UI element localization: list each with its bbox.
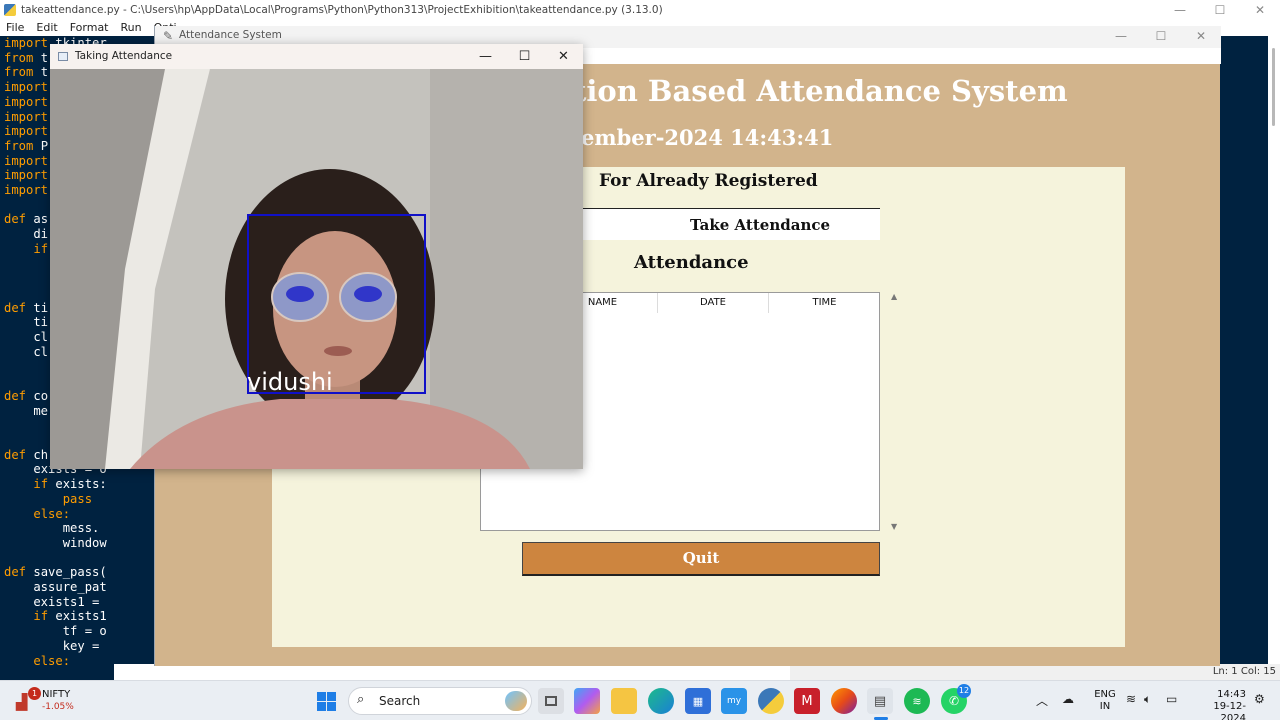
- mysql-workbench-icon[interactable]: my: [721, 688, 747, 714]
- detected-name-label: vidushi: [247, 368, 333, 396]
- clock[interactable]: 14:43 19-12-2024: [1190, 689, 1246, 720]
- column-header-date[interactable]: DATE: [658, 293, 769, 313]
- window-app-icon: [58, 52, 68, 61]
- spotify-icon[interactable]: ≋: [904, 688, 930, 714]
- widget-label: NIFTY: [42, 689, 71, 700]
- taskbar-search[interactable]: ⌕ Search: [348, 687, 532, 715]
- camera-titlebar[interactable]: Taking Attendance — ☐ ✕: [50, 44, 583, 69]
- mcafee-icon[interactable]: M: [794, 688, 820, 714]
- wifi-icon[interactable]: ≋: [1126, 692, 1136, 706]
- date-time-label: ember-2024 14:43:41: [581, 125, 834, 150]
- minimize-button[interactable]: —: [1160, 0, 1200, 20]
- camera-feed: vidushi: [50, 69, 583, 469]
- attendance-window-controls: — ☐ ✕: [1101, 26, 1221, 46]
- maximize-button[interactable]: ☐: [505, 44, 544, 69]
- code-line: pass: [62, 491, 93, 506]
- whatsapp-badge: 12: [957, 684, 971, 698]
- edge-browser-icon[interactable]: [648, 688, 674, 714]
- clock-date: 19-12-2024: [1213, 701, 1246, 720]
- search-highlight-icon: [505, 691, 527, 711]
- widget-change: -1.05%: [42, 702, 74, 712]
- file-explorer-icon[interactable]: [611, 688, 637, 714]
- code-line: def save_pass(: [4, 565, 107, 580]
- camera-window-controls: — ☐ ✕: [466, 44, 583, 64]
- code-line: if exists:: [33, 477, 107, 492]
- close-button[interactable]: ✕: [1240, 0, 1280, 20]
- take-attendance-button[interactable]: Take Attendance: [580, 208, 880, 240]
- search-icon: ⌕: [357, 692, 365, 707]
- editor-scrollbar[interactable]: [1268, 36, 1280, 664]
- minimize-button[interactable]: —: [1101, 26, 1141, 46]
- search-placeholder: Search: [379, 694, 421, 708]
- menu-edit[interactable]: Edit: [30, 20, 63, 36]
- chevron-up-icon[interactable]: ︿: [1036, 692, 1048, 709]
- attendance-heading: Attendance: [634, 252, 749, 273]
- copilot-icon[interactable]: [574, 688, 600, 714]
- idle-window-title: takeattendance.py - C:\Users\hp\AppData\…: [21, 4, 663, 16]
- idle-editor-icon[interactable]: ▤: [867, 688, 893, 714]
- windows-logo-icon: [316, 691, 336, 711]
- idle-titlebar[interactable]: takeattendance.py - C:\Users\hp\AppData\…: [0, 0, 1280, 20]
- quit-button[interactable]: Quit: [522, 542, 880, 576]
- idle-window-controls: — ☐ ✕: [1160, 0, 1280, 20]
- code-line: exists1 =: [4, 594, 100, 609]
- attendance-window-title: Attendance System: [179, 29, 282, 41]
- maximize-button[interactable]: ☐: [1200, 0, 1240, 20]
- maximize-button[interactable]: ☐: [1141, 26, 1181, 46]
- python-icon: [4, 4, 16, 16]
- code-line: if exists1: [33, 609, 107, 624]
- menu-format[interactable]: Format: [64, 20, 115, 36]
- microsoft-store-icon[interactable]: ▦: [685, 688, 711, 714]
- language-code: ENG: [1094, 689, 1116, 700]
- region-code: IN: [1099, 701, 1111, 712]
- status-bar: Ln: 1 Col: 15: [790, 664, 1280, 680]
- code-line: tf = o: [4, 624, 107, 639]
- table-scrollbar[interactable]: ▲ ▼: [888, 292, 902, 531]
- notification-bell-icon[interactable]: ⚙: [1254, 692, 1265, 706]
- camera-window-title: Taking Attendance: [75, 50, 173, 62]
- code-line: mess.: [4, 521, 100, 536]
- onedrive-cloud-icon[interactable]: ☁: [1062, 692, 1074, 706]
- stock-widget[interactable]: ▟ 1 NIFTY -1.05%: [16, 687, 86, 715]
- menu-file[interactable]: File: [0, 20, 30, 36]
- page-title: tion Based Attendance System: [573, 74, 1068, 108]
- volume-icon[interactable]: 🔈︎: [1144, 692, 1151, 707]
- code-line: key =: [4, 638, 100, 653]
- notification-badge: 1: [28, 687, 41, 700]
- whatsapp-icon[interactable]: ✆ 12: [941, 684, 971, 714]
- idle-menubar: File Edit Format Run Opti: [0, 20, 177, 36]
- scroll-up-arrow-icon[interactable]: ▲: [891, 292, 897, 301]
- column-header-time[interactable]: TIME: [769, 293, 880, 313]
- code-line: window: [4, 535, 107, 550]
- clock-time: 14:43: [1217, 689, 1246, 700]
- start-button[interactable]: [313, 688, 339, 714]
- firefox-icon[interactable]: [831, 688, 857, 714]
- code-line: else:: [33, 506, 71, 521]
- tk-feather-icon: ✎: [163, 29, 174, 43]
- close-button[interactable]: ✕: [1181, 26, 1221, 46]
- scroll-down-arrow-icon[interactable]: ▼: [891, 522, 897, 531]
- battery-icon[interactable]: ▭: [1166, 692, 1177, 706]
- face-detection-box: [247, 214, 426, 394]
- close-button[interactable]: ✕: [544, 44, 583, 69]
- language-indicator[interactable]: ENG IN: [1090, 689, 1120, 713]
- taskbar: ▟ 1 NIFTY -1.05% ⌕ Search ▦ my M ▤ ≋ ✆ 1…: [0, 680, 1280, 720]
- scrollbar-thumb[interactable]: [1272, 48, 1275, 126]
- minimize-button[interactable]: —: [466, 44, 505, 69]
- task-view-icon[interactable]: [538, 688, 564, 714]
- panel-heading: For Already Registered: [599, 171, 818, 191]
- python-icon[interactable]: [758, 688, 784, 714]
- code-line: else:: [33, 653, 71, 668]
- status-strip: [114, 664, 790, 680]
- camera-window: Taking Attendance — ☐ ✕ vidushi: [50, 44, 583, 469]
- menu-run[interactable]: Run: [115, 20, 148, 36]
- code-line: assure_pat: [4, 580, 107, 595]
